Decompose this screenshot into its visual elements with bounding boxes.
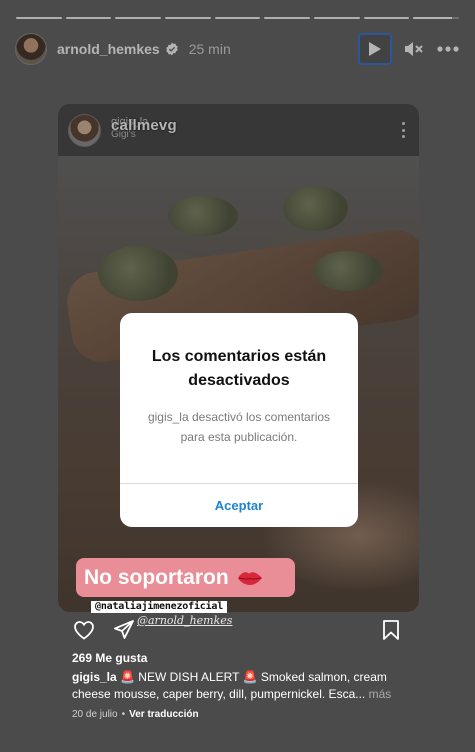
caption-more-link[interactable]: más xyxy=(369,687,392,701)
caption-username[interactable]: gigis_la xyxy=(72,670,117,684)
post-meta: 20 de julio • Ver traducción xyxy=(72,709,199,720)
caption-text: 🚨 NEW DISH ALERT 🚨 Smoked salmon, cream … xyxy=(72,670,387,701)
sticker-text: No soportaron xyxy=(84,565,229,589)
likes-count[interactable]: 269 Me gusta xyxy=(72,651,147,665)
lips-icon xyxy=(237,571,262,585)
share-icon[interactable] xyxy=(112,618,136,642)
post-actions xyxy=(72,618,403,642)
dialog-title: Los comentarios están desactivados xyxy=(151,348,327,389)
heart-icon[interactable] xyxy=(72,618,96,642)
mention-sticker[interactable]: @nataliajimenezoficial xyxy=(91,601,228,613)
comments-disabled-dialog: Los comentarios están desactivados gigis… xyxy=(120,313,358,527)
accept-button[interactable]: Aceptar xyxy=(120,484,358,527)
translate-link[interactable]: Ver traducción xyxy=(129,709,198,720)
text-sticker[interactable]: No soportaron xyxy=(76,558,295,597)
story-viewer: arnold_hemkes 25 min gigis_la Gigi's cal… xyxy=(0,0,475,752)
bookmark-icon[interactable] xyxy=(379,618,403,642)
post-date: 20 de julio xyxy=(72,709,118,720)
dialog-message: gigis_la desactivó los comentarios para … xyxy=(147,410,331,444)
post-caption: gigis_la 🚨 NEW DISH ALERT 🚨 Smoked salmo… xyxy=(72,669,412,703)
